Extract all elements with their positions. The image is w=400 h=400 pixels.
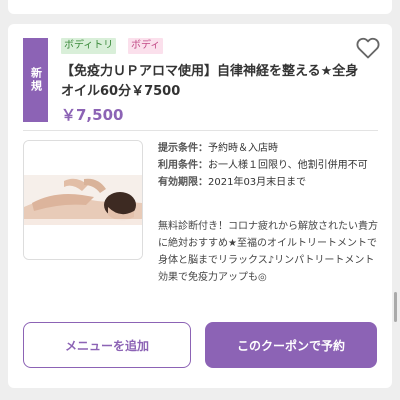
category-tag-body-tori: ボディトリ (61, 38, 117, 54)
category-tag-body: ボディ (128, 38, 164, 54)
condition-value: 2021年03月末日まで (208, 177, 307, 188)
condition-usage: 利用条件： お一人様１回限り、他割引併用不可 (158, 157, 384, 174)
condition-label: 利用条件： (158, 160, 208, 171)
massage-photo (24, 141, 142, 259)
coupon-photo (23, 140, 143, 260)
coupon-price: ￥7,500 (61, 106, 124, 124)
coupon-description: 無料診断付き！コロナ疲れから解放されたい貴方に絶対おすすめ★至福のオイルトリート… (158, 221, 378, 283)
condition-label: 有効期限： (158, 177, 208, 188)
reserve-with-coupon-button[interactable]: このクーポンで予約 (205, 322, 377, 368)
coupon-card: 新規 ボディトリ ボディ 【免疫力ＵＰアロマ使用】自律神経を整える★全身オイル6… (8, 24, 392, 388)
condition-presentation: 提示条件： 予約時＆入店時 (158, 140, 384, 157)
previous-card-edge (8, 0, 392, 14)
divider (23, 130, 378, 131)
condition-label: 提示条件： (158, 143, 208, 154)
new-badge: 新規 (23, 38, 48, 122)
condition-value: 予約時＆入店時 (208, 143, 278, 154)
condition-expiry: 有効期限： 2021年03月末日まで (158, 174, 384, 191)
coupon-title: 【免疫力ＵＰアロマ使用】自律神経を整える★全身オイル60分￥7500 (61, 64, 359, 99)
coupon-conditions: 提示条件： 予約時＆入店時 利用条件： お一人様１回限り、他割引併用不可 有効期… (158, 140, 384, 191)
condition-value: お一人様１回限り、他割引併用不可 (208, 160, 368, 171)
heart-outline-icon[interactable] (356, 37, 380, 59)
scrollbar[interactable] (394, 292, 397, 322)
add-menu-button[interactable]: メニューを追加 (23, 322, 191, 368)
